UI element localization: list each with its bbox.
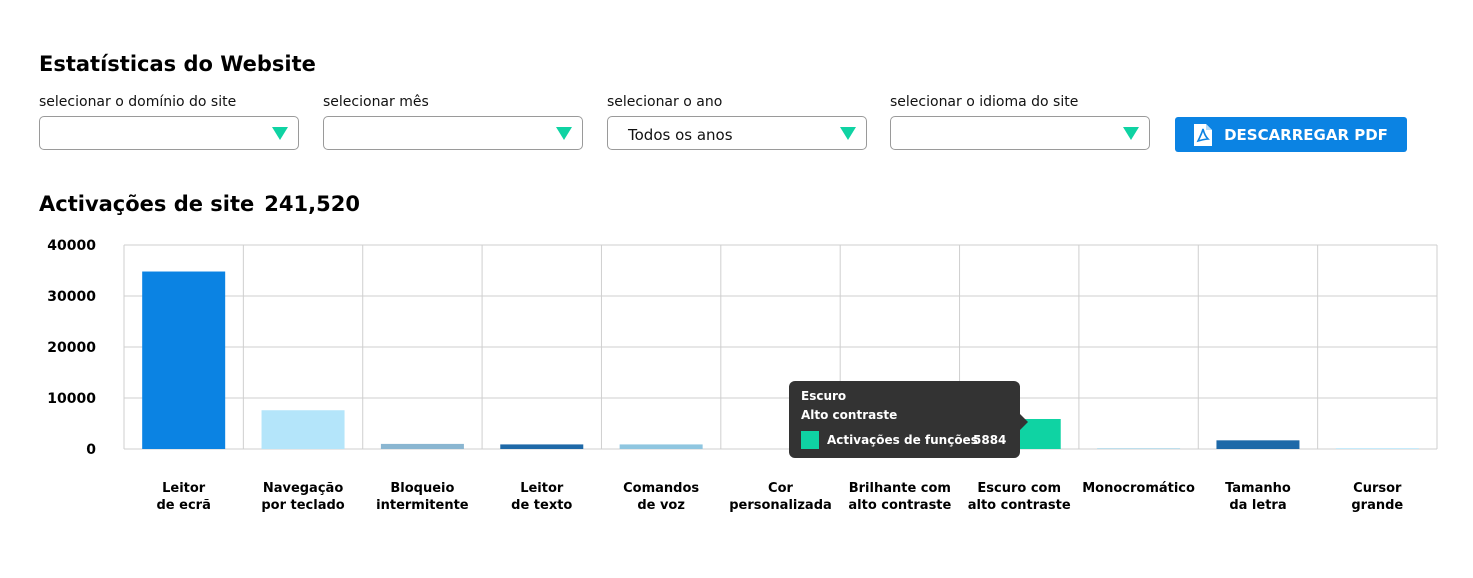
x-tick-label: intermitente bbox=[376, 498, 469, 513]
y-tick-label: 10000 bbox=[47, 391, 96, 407]
year-select-value: Todos os anos bbox=[628, 126, 733, 144]
chevron-down-icon bbox=[272, 127, 288, 140]
x-tick-label: Tamanho bbox=[1225, 481, 1291, 496]
tooltip-value: 5884 bbox=[973, 433, 1007, 447]
tooltip-category-line2: Alto contraste bbox=[801, 408, 898, 422]
language-select[interactable] bbox=[890, 116, 1150, 150]
x-tick-label: Monocromático bbox=[1082, 481, 1195, 496]
x-tick-label: grande bbox=[1351, 498, 1403, 513]
chevron-down-icon bbox=[1123, 127, 1139, 140]
tooltip-category-line1: Escuro bbox=[801, 389, 847, 403]
year-select[interactable]: Todos os anos bbox=[607, 116, 867, 150]
year-filter: selecionar o ano Todos os anos bbox=[607, 92, 869, 150]
bar bbox=[261, 410, 345, 449]
download-pdf-button[interactable]: DESCARREGAR PDF bbox=[1175, 117, 1407, 152]
section-title: Activações de site 241,520 bbox=[39, 192, 360, 216]
bar bbox=[142, 271, 226, 449]
domain-filter: selecionar o domínio do site bbox=[39, 92, 301, 150]
domain-select[interactable] bbox=[39, 116, 299, 150]
bar bbox=[500, 444, 584, 449]
x-tick-label: Leitor bbox=[162, 481, 206, 496]
x-tick-label: Leitor bbox=[520, 481, 564, 496]
y-tick-label: 0 bbox=[86, 442, 96, 458]
x-tick-label: Escuro com bbox=[977, 481, 1061, 496]
x-tick-label: alto contraste bbox=[968, 498, 1071, 513]
month-select[interactable] bbox=[323, 116, 583, 150]
bar bbox=[1216, 440, 1300, 449]
year-filter-label: selecionar o ano bbox=[607, 94, 723, 110]
x-tick-label: de voz bbox=[637, 498, 685, 513]
x-tick-label: de ecrã bbox=[157, 498, 211, 513]
tooltip-series-label: Activações de funções bbox=[827, 433, 978, 447]
x-tick-label: por teclado bbox=[261, 498, 344, 513]
domain-filter-label: selecionar o domínio do site bbox=[39, 94, 237, 110]
x-tick-label: Bloqueio bbox=[390, 481, 454, 496]
tooltip-series-swatch bbox=[801, 431, 819, 449]
x-tick-label: Comandos bbox=[623, 481, 699, 496]
chevron-down-icon bbox=[840, 127, 856, 140]
download-pdf-label: DESCARREGAR PDF bbox=[1224, 125, 1388, 144]
y-tick-label: 40000 bbox=[47, 238, 96, 254]
x-tick-label: Brilhante com bbox=[849, 481, 951, 496]
bar bbox=[1335, 448, 1419, 449]
language-filter: selecionar o idioma do site bbox=[890, 92, 1152, 150]
x-tick-label: de texto bbox=[511, 498, 572, 513]
section-title-text: Activações de site bbox=[39, 192, 255, 216]
y-tick-label: 20000 bbox=[47, 340, 96, 356]
chart-tooltip: Escuro Alto contraste Activações de funç… bbox=[789, 381, 1028, 458]
language-filter-label: selecionar o idioma do site bbox=[890, 94, 1079, 110]
bar bbox=[1097, 448, 1181, 449]
page-title: Estatísticas do Website bbox=[39, 52, 316, 76]
y-tick-label: 30000 bbox=[47, 289, 96, 305]
activations-bar-chart: 0 10000 20000 30000 40000 Leitor de ecrã Navega… bbox=[47, 238, 1438, 513]
x-tick-label: personalizada bbox=[729, 498, 832, 513]
month-filter-label: selecionar mês bbox=[323, 94, 429, 110]
x-tick-label: Cursor bbox=[1353, 481, 1402, 496]
bar bbox=[619, 444, 703, 449]
x-tick-label: Navegação bbox=[263, 481, 344, 496]
x-tick-label: da letra bbox=[1229, 498, 1286, 513]
x-tick-label: alto contraste bbox=[848, 498, 951, 513]
month-filter: selecionar mês bbox=[323, 92, 585, 150]
x-tick-label: Cor bbox=[768, 481, 793, 496]
total-activations: 241,520 bbox=[264, 192, 360, 216]
bar bbox=[380, 443, 464, 449]
chevron-down-icon bbox=[556, 127, 572, 140]
pdf-file-icon bbox=[1194, 123, 1213, 146]
